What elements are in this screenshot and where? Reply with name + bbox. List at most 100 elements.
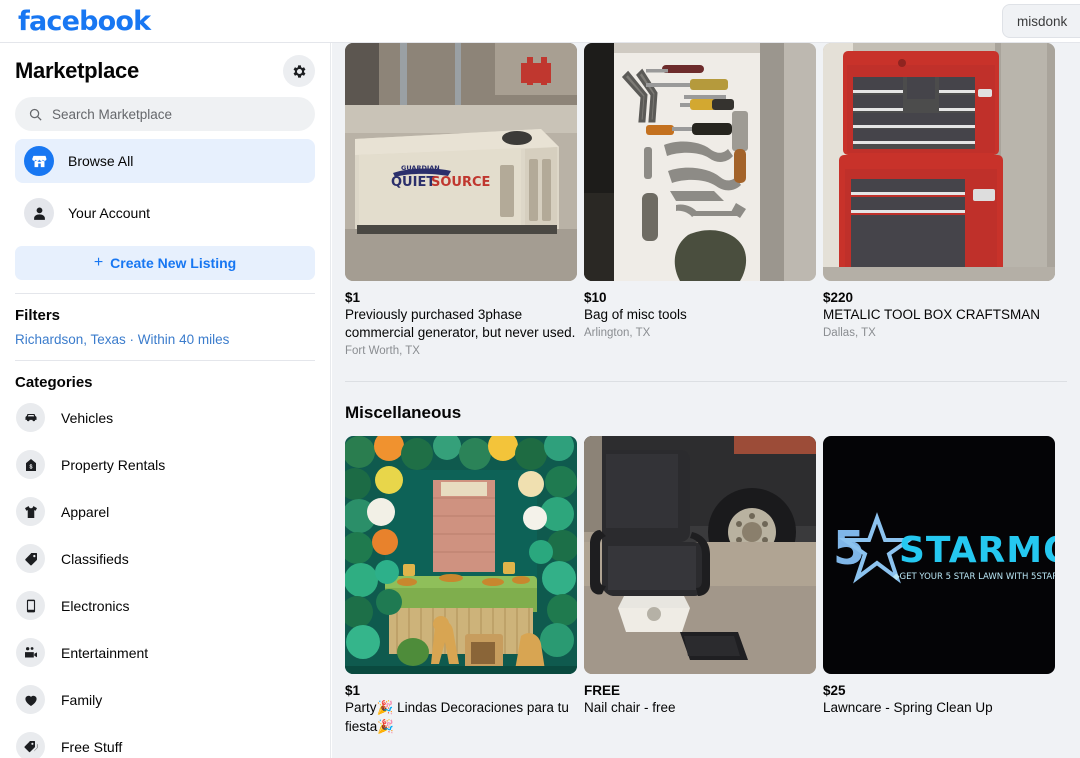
red-toolbox-photo[interactable] [823,43,1055,281]
phone-icon-glyph [26,599,35,612]
listing-card[interactable]: $220 METALIC TOOL BOX CRAFTSMAN Dallas, … [823,43,1055,357]
tag-icon-glyph [24,552,37,565]
search-input-placeholder: Search Marketplace [52,106,173,122]
video-camera-icon [16,638,45,667]
video-camera-icon-glyph [24,646,37,658]
sidebar-item-vehicles[interactable]: Vehicles [15,397,315,438]
top-listings-grid: GUARDIAN QUIET SOURCE $1 Previously purc… [332,43,1080,357]
sidebar-item-browse-all-label: Browse All [68,153,134,169]
listing-title: Party🎉 Lindas Decoraciones para tu fiest… [345,700,569,734]
sidebar-item-vehicles-label: Vehicles [61,409,114,426]
listing-location: Arlington, TX [584,327,651,340]
sidebar-item-classifieds[interactable]: Classifieds [15,538,315,579]
listing-location: Fort Worth, TX [345,345,420,358]
sidebar-item-family[interactable]: Family [15,679,315,720]
sidebar-item-browse-all[interactable]: Browse All [15,139,315,183]
facebook-logo[interactable]: facebook [18,6,151,37]
marketplace-sidebar: Marketplace Search Marketplace Browse Al… [0,43,331,758]
listing-card[interactable]: $10 Bag of misc tools Arlington, TX [584,43,816,357]
svg-text:QUIET: QUIET [391,175,435,190]
account-menu-button[interactable]: misdonk [1002,4,1080,38]
svg-text:◆GET YOUR 5 STAR LAWN WITH 5ST: ◆GET YOUR 5 STAR LAWN WITH 5STARMOWS◆ [893,572,1055,582]
listing-price: FREE [584,683,621,699]
svg-text:STARMOWS: STARMOWS [899,530,1055,571]
marketplace-feed: GUARDIAN QUIET SOURCE $1 Previously purc… [332,43,1080,758]
standby-generator-photo-art: GUARDIAN QUIET SOURCE [345,43,577,281]
house-icon [16,450,45,479]
plus-icon: + [93,254,104,271]
sidebar-item-classifieds-label: Classifieds [61,550,129,567]
sidebar-item-your-account[interactable]: Your Account [15,191,315,235]
car-icon [16,403,45,432]
section-heading-miscellaneous: Miscellaneous [345,403,462,423]
sidebar-item-free-stuff-label: Free Stuff [61,738,123,755]
hand-tools-photo[interactable] [584,43,816,281]
heart-icon [16,685,45,714]
house-icon-glyph [25,458,36,471]
top-navigation-bar: facebook misdonk [0,0,1080,43]
heart-icon-glyph [24,695,37,706]
storefront-icon [24,146,54,176]
car-icon-glyph [24,413,37,421]
location-filter-link[interactable]: Richardson, Texas · Within 40 miles [15,332,315,347]
red-toolbox-photo-art [823,43,1055,281]
listing-card[interactable]: 5 STARMOWS ◆GET YOUR 5 STAR LAWN WITH 5S… [823,436,1055,735]
create-new-listing-button[interactable]: + Create New Listing [15,246,315,280]
listing-title: Previously purchased 3phase commercial g… [345,307,576,341]
sidebar-item-free-stuff[interactable]: Free Stuff [15,726,315,758]
sidebar-divider-1 [15,293,315,294]
create-new-listing-label: Create New Listing [110,255,237,271]
filters-heading: Filters [15,307,61,324]
search-input[interactable]: Search Marketplace [15,97,315,131]
listing-price: $1 [345,683,361,699]
black-nail-chair-photo[interactable] [584,436,816,675]
categories-heading: Categories [15,374,93,391]
standby-generator-photo[interactable]: GUARDIAN QUIET SOURCE [345,43,577,281]
sidebar-item-property-rentals-label: Property Rentals [61,456,166,473]
search-icon [29,108,42,121]
sidebar-divider-2 [15,360,315,361]
listing-card[interactable]: FREE Nail chair - free [584,436,816,735]
jungle-party-decor-photo[interactable] [345,436,577,675]
listing-location: Dallas, TX [823,327,876,340]
jungle-party-decor-photo-art [345,436,577,675]
listing-title: Lawncare - Spring Clean Up [823,700,993,716]
miscellaneous-listings-grid: $1 Party🎉 Lindas Decoraciones para tu fi… [332,436,1080,735]
listing-card[interactable]: GUARDIAN QUIET SOURCE $1 Previously purc… [345,43,577,357]
sidebar-item-entertainment[interactable]: Entertainment [15,632,315,673]
sidebar-item-property-rentals[interactable]: Property Rentals [15,444,315,485]
sidebar-item-electronics[interactable]: Electronics [15,585,315,626]
account-menu-label: misdonk [1017,13,1068,29]
5starmows-logo-photo-art: 5 STARMOWS ◆GET YOUR 5 STAR LAWN WITH 5S… [823,436,1055,675]
hand-tools-photo-art [584,43,816,281]
page-title: Marketplace [15,58,139,83]
tags-icon [16,732,45,758]
listing-price: $25 [823,683,846,699]
sidebar-item-apparel-label: Apparel [61,503,110,520]
sidebar-item-apparel[interactable]: Apparel [15,491,315,532]
sidebar-header: Marketplace [15,43,315,91]
gear-icon[interactable] [283,55,315,87]
sidebar-item-entertainment-label: Entertainment [61,644,149,661]
sidebar-item-your-account-label: Your Account [68,205,150,221]
sidebar-item-electronics-label: Electronics [61,597,130,614]
storefront-icon-glyph [31,155,46,167]
phone-icon [16,591,45,620]
listing-card[interactable]: $1 Party🎉 Lindas Decoraciones para tu fi… [345,436,577,735]
tags-icon-glyph [23,740,38,752]
person-icon [24,198,54,228]
listing-price: $10 [584,290,607,305]
black-nail-chair-photo-art [584,436,816,675]
listing-title: METALIC TOOL BOX CRAFTSMAN [823,307,1041,322]
tshirt-icon-glyph [24,505,37,518]
listing-title: Bag of misc tools [584,307,687,322]
gear-icon-glyph [293,64,305,78]
tshirt-icon [16,497,45,526]
person-icon-glyph [33,206,45,220]
5starmows-logo-photo[interactable]: 5 STARMOWS ◆GET YOUR 5 STAR LAWN WITH 5S… [823,436,1055,675]
svg-text:SOURCE: SOURCE [431,175,490,190]
listing-title: Nail chair - free [584,700,676,716]
listing-price: $220 [823,290,854,305]
tag-icon [16,544,45,573]
svg-text:GUARDIAN: GUARDIAN [401,164,440,172]
